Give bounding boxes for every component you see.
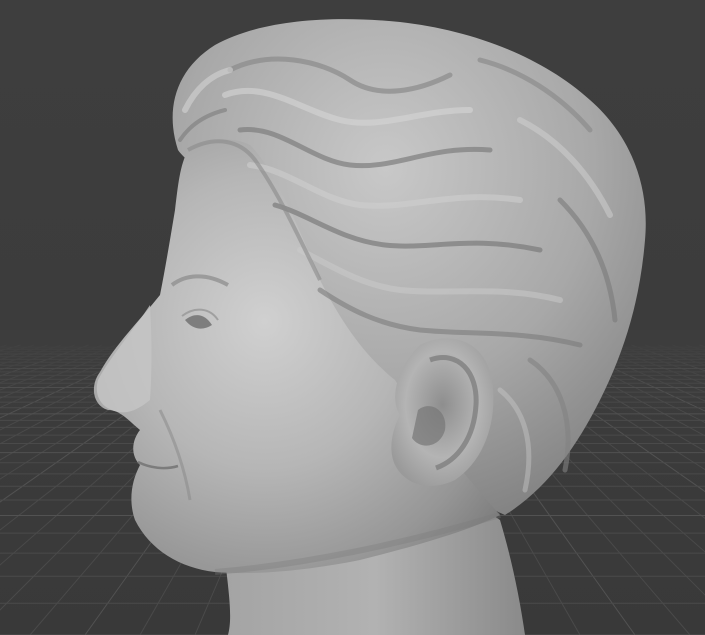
viewport-canvas[interactable]	[0, 0, 705, 635]
3d-viewport[interactable]	[0, 0, 705, 635]
